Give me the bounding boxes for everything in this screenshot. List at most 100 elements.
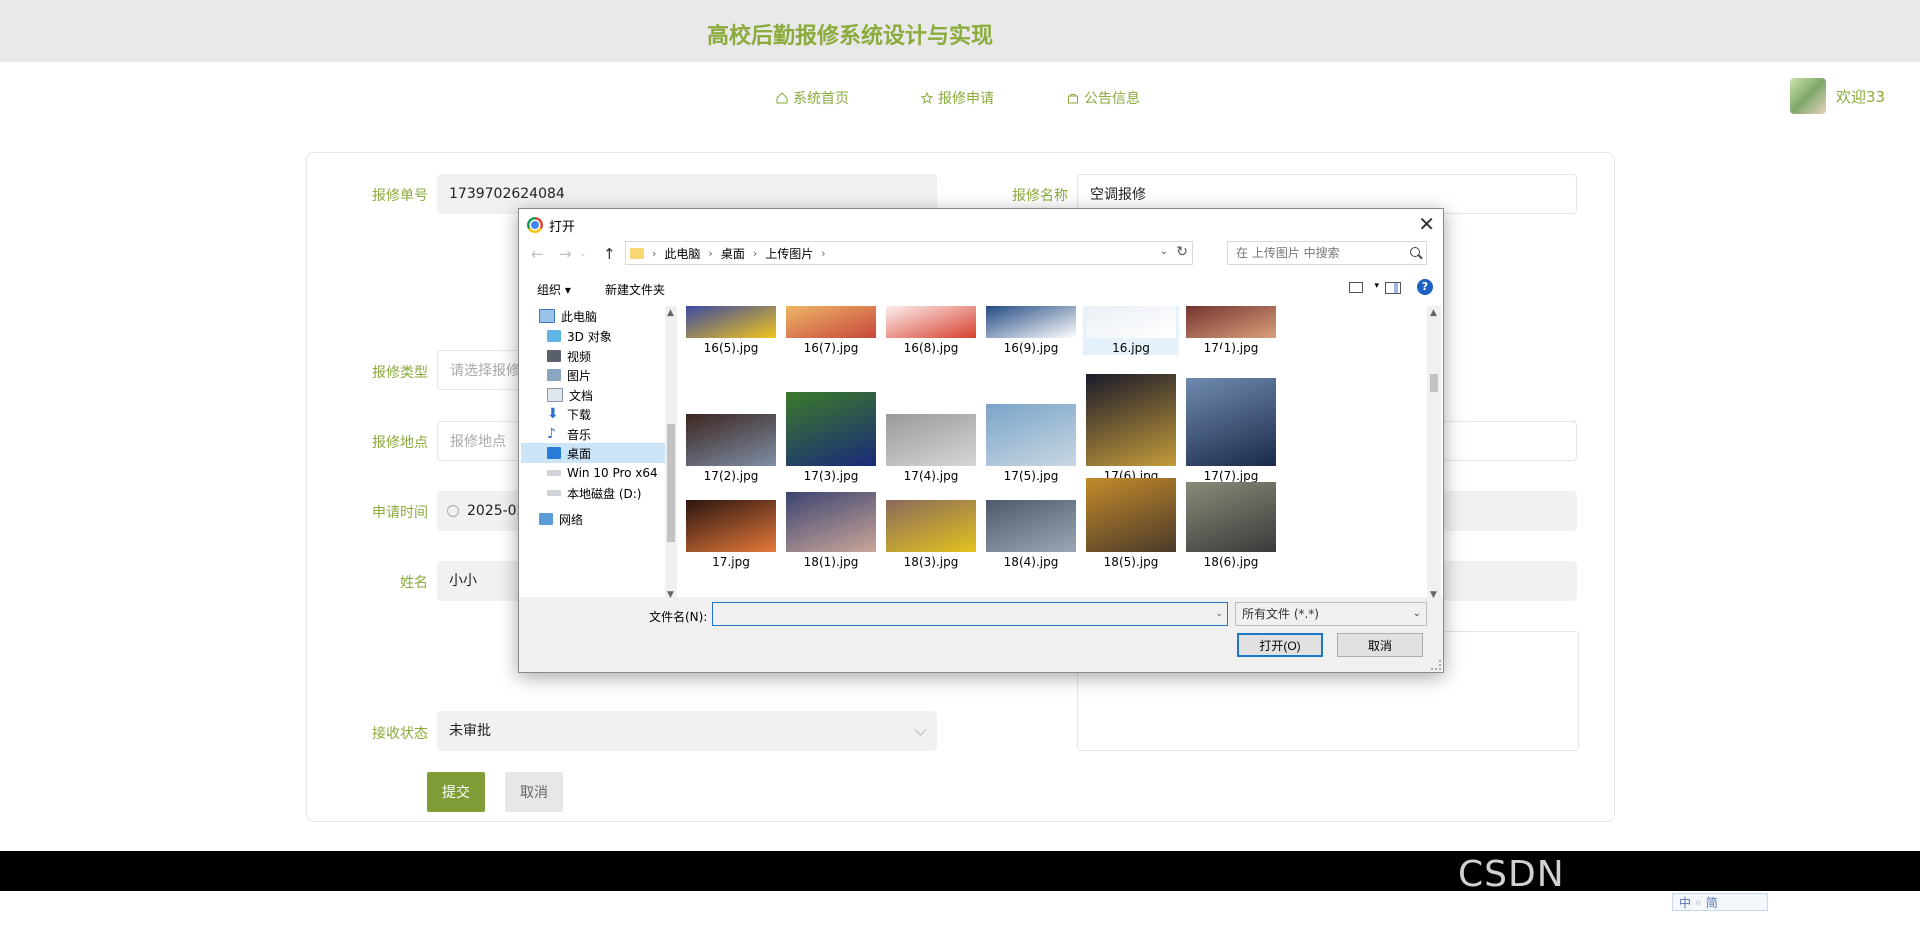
address-dropdown-icon[interactable]: ⌄	[1160, 246, 1168, 257]
dialog-titlebar[interactable]: 打开 ✕	[519, 209, 1443, 239]
file-item[interactable]: 17.jpg	[683, 460, 779, 569]
status-select[interactable]: 未审批	[437, 711, 937, 751]
tree-item-pictures[interactable]: 图片	[547, 365, 665, 385]
search-input[interactable]: 在 上传图片 中搜索	[1227, 241, 1427, 265]
tree-label: 音乐	[567, 427, 592, 442]
computer-icon	[539, 309, 555, 323]
filename-dropdown-icon[interactable]: ⌄	[1215, 609, 1223, 619]
preview-pane-icon[interactable]	[1385, 282, 1401, 294]
tree-item-3d-objects[interactable]: 3D 对象	[547, 326, 665, 346]
file-item[interactable]: 16.jpg	[1083, 306, 1179, 355]
submit-button[interactable]: 提交	[427, 772, 485, 812]
file-item[interactable]: 16(8).jpg	[883, 306, 979, 355]
tree-item-music[interactable]: ♪ 音乐	[547, 424, 665, 444]
view-dropdown-icon[interactable]: ▾	[1374, 281, 1379, 291]
right-field-input[interactable]	[1442, 421, 1577, 461]
file-name: 18(6).jpg	[1203, 555, 1259, 569]
refresh-icon[interactable]: ↻	[1176, 244, 1188, 260]
person-name-input[interactable]: 小小	[437, 561, 527, 601]
tree-item-documents[interactable]: 文档	[547, 385, 665, 405]
image-thumbnail	[1086, 478, 1176, 552]
ime-toolbar[interactable]: 中 ◦ 简	[1672, 893, 1768, 911]
organize-menu[interactable]: 组织 ▾	[537, 281, 571, 298]
scroll-down-icon[interactable]: ▼	[667, 590, 674, 600]
view-options-icon[interactable]	[1349, 282, 1363, 293]
address-bar[interactable]: › 此电脑 › 桌面 › 上传图片 › ⌄ ↻	[625, 241, 1193, 265]
new-folder-button[interactable]: 新建文件夹	[605, 281, 665, 298]
scroll-up-icon[interactable]: ▲	[667, 308, 674, 318]
download-icon: ⬇	[547, 406, 559, 422]
breadcrumb-this-pc[interactable]: 此电脑	[664, 245, 700, 262]
repair-location-input[interactable]: 报修地点	[437, 421, 527, 461]
image-thumbnail	[1186, 378, 1276, 466]
right-field-3[interactable]	[1442, 561, 1577, 601]
tree-item-local-disk-d[interactable]: 本地磁盘 (D:)	[547, 483, 665, 503]
music-icon: ♪	[547, 426, 556, 442]
user-menu[interactable]: 欢迎33	[1790, 78, 1885, 114]
files-scrollbar-thumb[interactable]	[1430, 374, 1438, 392]
forward-arrow-icon[interactable]: →	[559, 245, 572, 263]
tree-label: 桌面	[567, 446, 592, 461]
tree-item-downloads[interactable]: ⬇ 下载	[547, 404, 665, 424]
file-name: 16(5).jpg	[703, 341, 759, 355]
tree-label: 此电脑	[561, 309, 598, 324]
search-icon[interactable]	[1410, 247, 1420, 257]
right-field-2[interactable]	[1442, 491, 1577, 531]
tree-item-network[interactable]: 网络	[539, 509, 665, 529]
filetype-select[interactable]: 所有文件 (*.*) ⌄	[1235, 602, 1427, 626]
cancel-button[interactable]: 取消	[505, 772, 563, 812]
help-icon[interactable]: ?	[1417, 279, 1433, 295]
breadcrumb-desktop[interactable]: 桌面	[721, 245, 745, 262]
apply-time-input[interactable]: 2025-02	[437, 491, 527, 531]
file-item[interactable]: 18(5).jpg	[1083, 460, 1179, 569]
close-icon[interactable]: ✕	[1418, 212, 1435, 236]
recent-chevron-icon[interactable]: ⌄	[579, 249, 587, 259]
file-name: 17.jpg	[712, 555, 750, 569]
avatar[interactable]	[1790, 78, 1826, 114]
nav-repair-apply[interactable]: 报修申请	[921, 88, 994, 108]
file-item[interactable]: 16(5).jpg	[683, 306, 779, 355]
file-name: 16(7).jpg	[803, 341, 859, 355]
files-scrollbar[interactable]: ▲ ▼	[1427, 306, 1441, 602]
dialog-cancel-button[interactable]: 取消	[1337, 633, 1423, 657]
star-icon	[921, 92, 933, 104]
file-item[interactable]: 18(6).jpg	[1183, 460, 1279, 569]
scroll-down-icon[interactable]: ▼	[1430, 590, 1437, 600]
tree-scrollbar[interactable]: ▲ ▼	[665, 306, 677, 602]
tree-item-videos[interactable]: 视频	[547, 346, 665, 366]
open-button[interactable]: 打开(O)	[1237, 633, 1323, 657]
tree-item-win10-drive[interactable]: Win 10 Pro x64	[547, 463, 665, 483]
filename-input[interactable]: ⌄	[712, 602, 1228, 626]
tree-scrollbar-thumb[interactable]	[667, 424, 675, 542]
image-thumbnail	[986, 500, 1076, 552]
tree-item-desktop[interactable]: 桌面	[521, 443, 665, 463]
file-item[interactable]: 17(1).jpg	[1183, 306, 1279, 355]
filetype-value: 所有文件 (*.*)	[1242, 607, 1319, 621]
drive-icon	[547, 470, 561, 476]
scroll-up-icon[interactable]: ▲	[1430, 308, 1437, 318]
nav-home[interactable]: 系统首页	[776, 88, 849, 108]
tree-label: 图片	[567, 368, 592, 383]
repair-type-label: 报修类型	[372, 365, 428, 381]
file-item[interactable]: 18(1).jpg	[783, 460, 879, 569]
drive-icon	[547, 490, 561, 496]
file-item[interactable]: 18(3).jpg	[883, 460, 979, 569]
nav-notice[interactable]: 公告信息	[1067, 88, 1140, 108]
file-item[interactable]: 18(4).jpg	[983, 460, 1079, 569]
file-item[interactable]: 16(9).jpg	[983, 306, 1079, 355]
repair-type-select[interactable]: 请选择报修	[437, 350, 527, 390]
apply-time-value: 2025-02	[467, 503, 526, 519]
user-greeting: 欢迎33	[1836, 87, 1886, 106]
resize-grip[interactable]	[1431, 660, 1441, 670]
document-icon	[547, 388, 563, 402]
breadcrumb-upload-images[interactable]: 上传图片	[765, 245, 813, 262]
file-item[interactable]: 16(7).jpg	[783, 306, 879, 355]
up-arrow-icon[interactable]: ↑	[603, 245, 616, 263]
person-name-label: 姓名	[400, 575, 428, 591]
back-arrow-icon[interactable]: ←	[531, 245, 544, 263]
desktop-icon	[547, 447, 561, 459]
image-thumbnail	[686, 306, 776, 338]
image-thumbnail	[986, 404, 1076, 466]
filename-label: 文件名(N):	[649, 610, 708, 624]
tree-item-this-pc[interactable]: 此电脑	[539, 306, 665, 326]
